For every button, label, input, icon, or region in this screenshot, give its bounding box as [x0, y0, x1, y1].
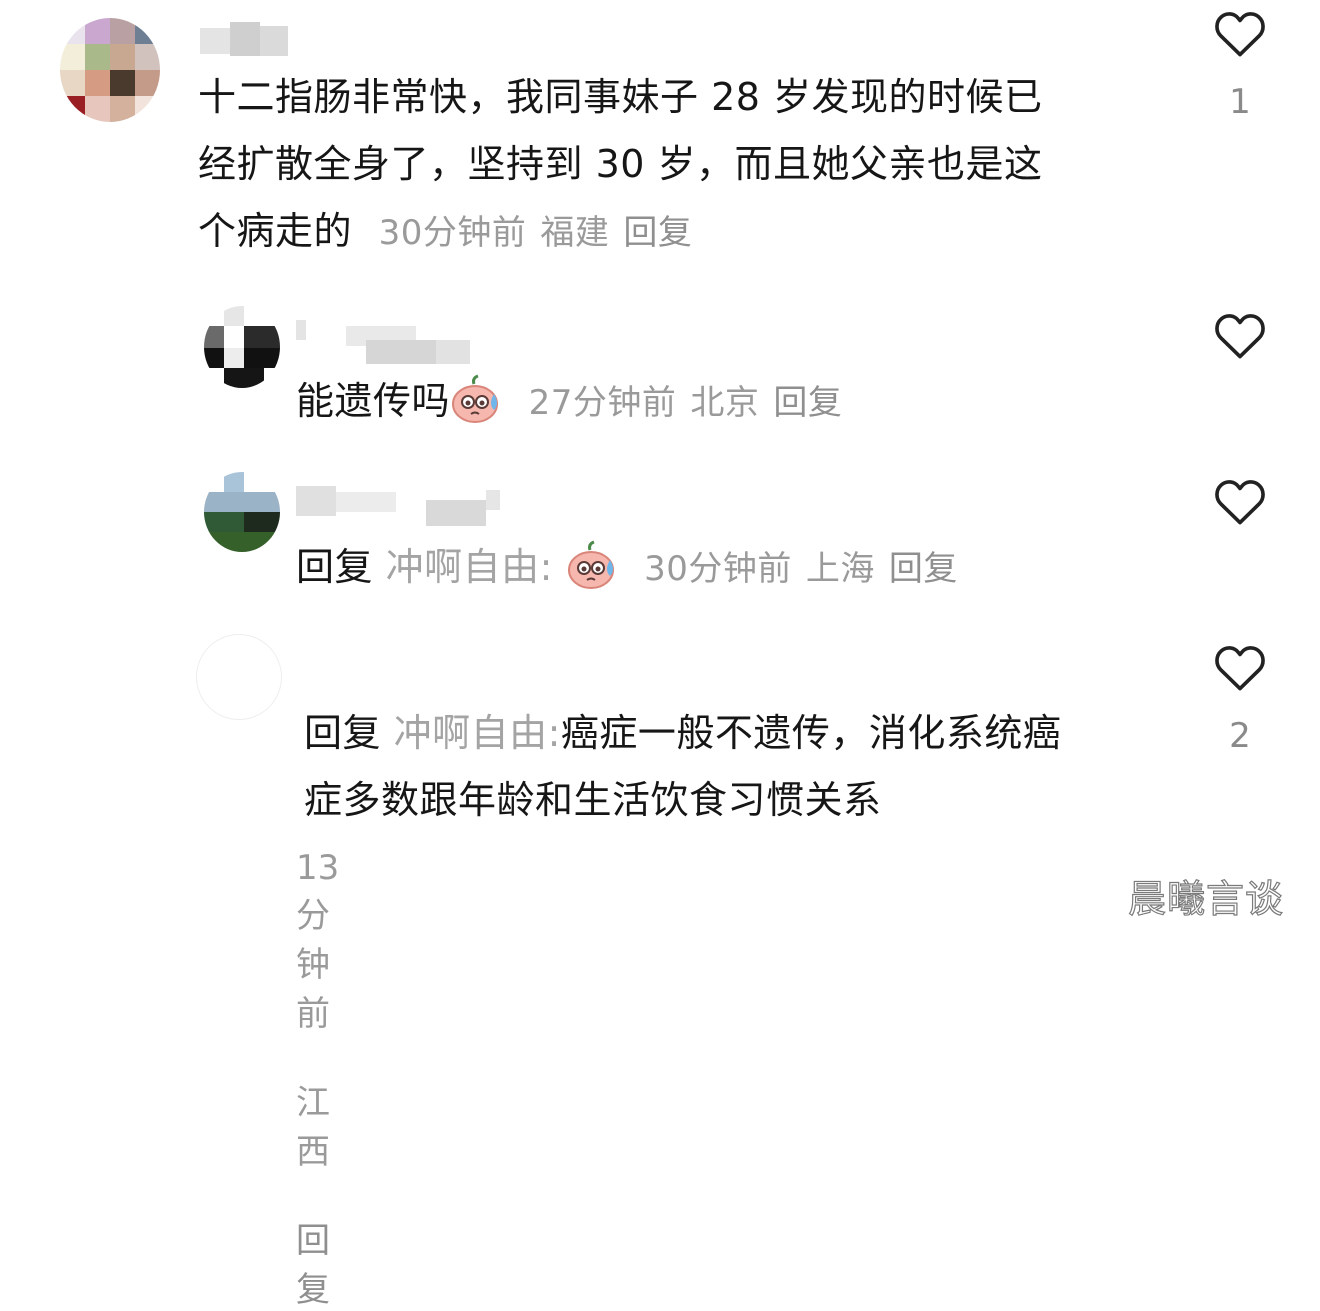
comment-meta: 13分钟前江西回复 — [296, 848, 339, 1311]
reply-target[interactable]: 冲啊自由: — [394, 711, 561, 755]
like-count: 2 — [1229, 716, 1251, 756]
reply-button[interactable]: 回复 — [623, 213, 692, 253]
username-blurred[interactable] — [296, 482, 516, 532]
like-control[interactable] — [1206, 310, 1274, 384]
avatar[interactable] — [196, 634, 282, 720]
comment-text: 能遗传吗 27分钟前 北京 回复 — [296, 368, 1176, 437]
timestamp: 30分钟前 — [644, 549, 792, 589]
location: 上海 — [805, 549, 875, 589]
reply-button[interactable]: 回复 — [773, 383, 842, 423]
comment-meta: 27分钟前 北京 回复 — [515, 383, 843, 423]
reply-prefix: 回复 — [296, 545, 374, 589]
like-control[interactable] — [1206, 476, 1274, 550]
username-blurred[interactable] — [296, 318, 476, 368]
like-count: 1 — [1229, 82, 1251, 122]
timestamp: 13分钟前 — [296, 848, 340, 1034]
timestamp: 30分钟前 — [378, 213, 527, 253]
like-control[interactable]: 1 — [1206, 8, 1274, 122]
reply-prefix: 回复 — [304, 711, 382, 755]
avatar[interactable] — [204, 472, 280, 552]
location: 福建 — [540, 213, 610, 253]
like-control[interactable]: 2 — [1206, 642, 1274, 756]
heart-outline-icon[interactable] — [1212, 8, 1268, 58]
location: 江西 — [296, 1083, 330, 1172]
comment-text: 回复 冲啊自由:癌症一般不遗传，消化系统癌 症多数跟年龄和生活饮食习惯关系 — [304, 711, 1062, 822]
comment-meta: 30分钟前 福建 回复 — [365, 213, 693, 253]
sweat-face-emoji — [566, 540, 618, 590]
avatar[interactable] — [204, 306, 280, 388]
reply-target[interactable]: 冲啊自由: — [386, 545, 553, 589]
timestamp: 27分钟前 — [528, 383, 677, 423]
sweat-face-emoji — [450, 374, 502, 424]
comment-meta: 30分钟前 上海 回复 — [630, 549, 958, 589]
reply-button[interactable]: 回复 — [296, 1221, 330, 1310]
reply-button[interactable]: 回复 — [889, 549, 958, 589]
comment-text: 十二指肠非常快，我同事妹子 28 岁发现的时候已 经扩散全身了，坚持到 30 岁… — [198, 75, 1043, 253]
location: 北京 — [690, 383, 760, 423]
heart-outline-icon[interactable] — [1212, 310, 1268, 360]
comment-text: 回复 冲啊自由: 30分钟前 上海 回复 — [296, 534, 1176, 603]
watermark: 晨曦言谈 — [1127, 876, 1285, 921]
heart-outline-icon[interactable] — [1212, 476, 1268, 526]
avatar[interactable] — [60, 18, 160, 122]
heart-outline-icon[interactable] — [1212, 642, 1268, 692]
username-blurred[interactable] — [200, 20, 290, 58]
